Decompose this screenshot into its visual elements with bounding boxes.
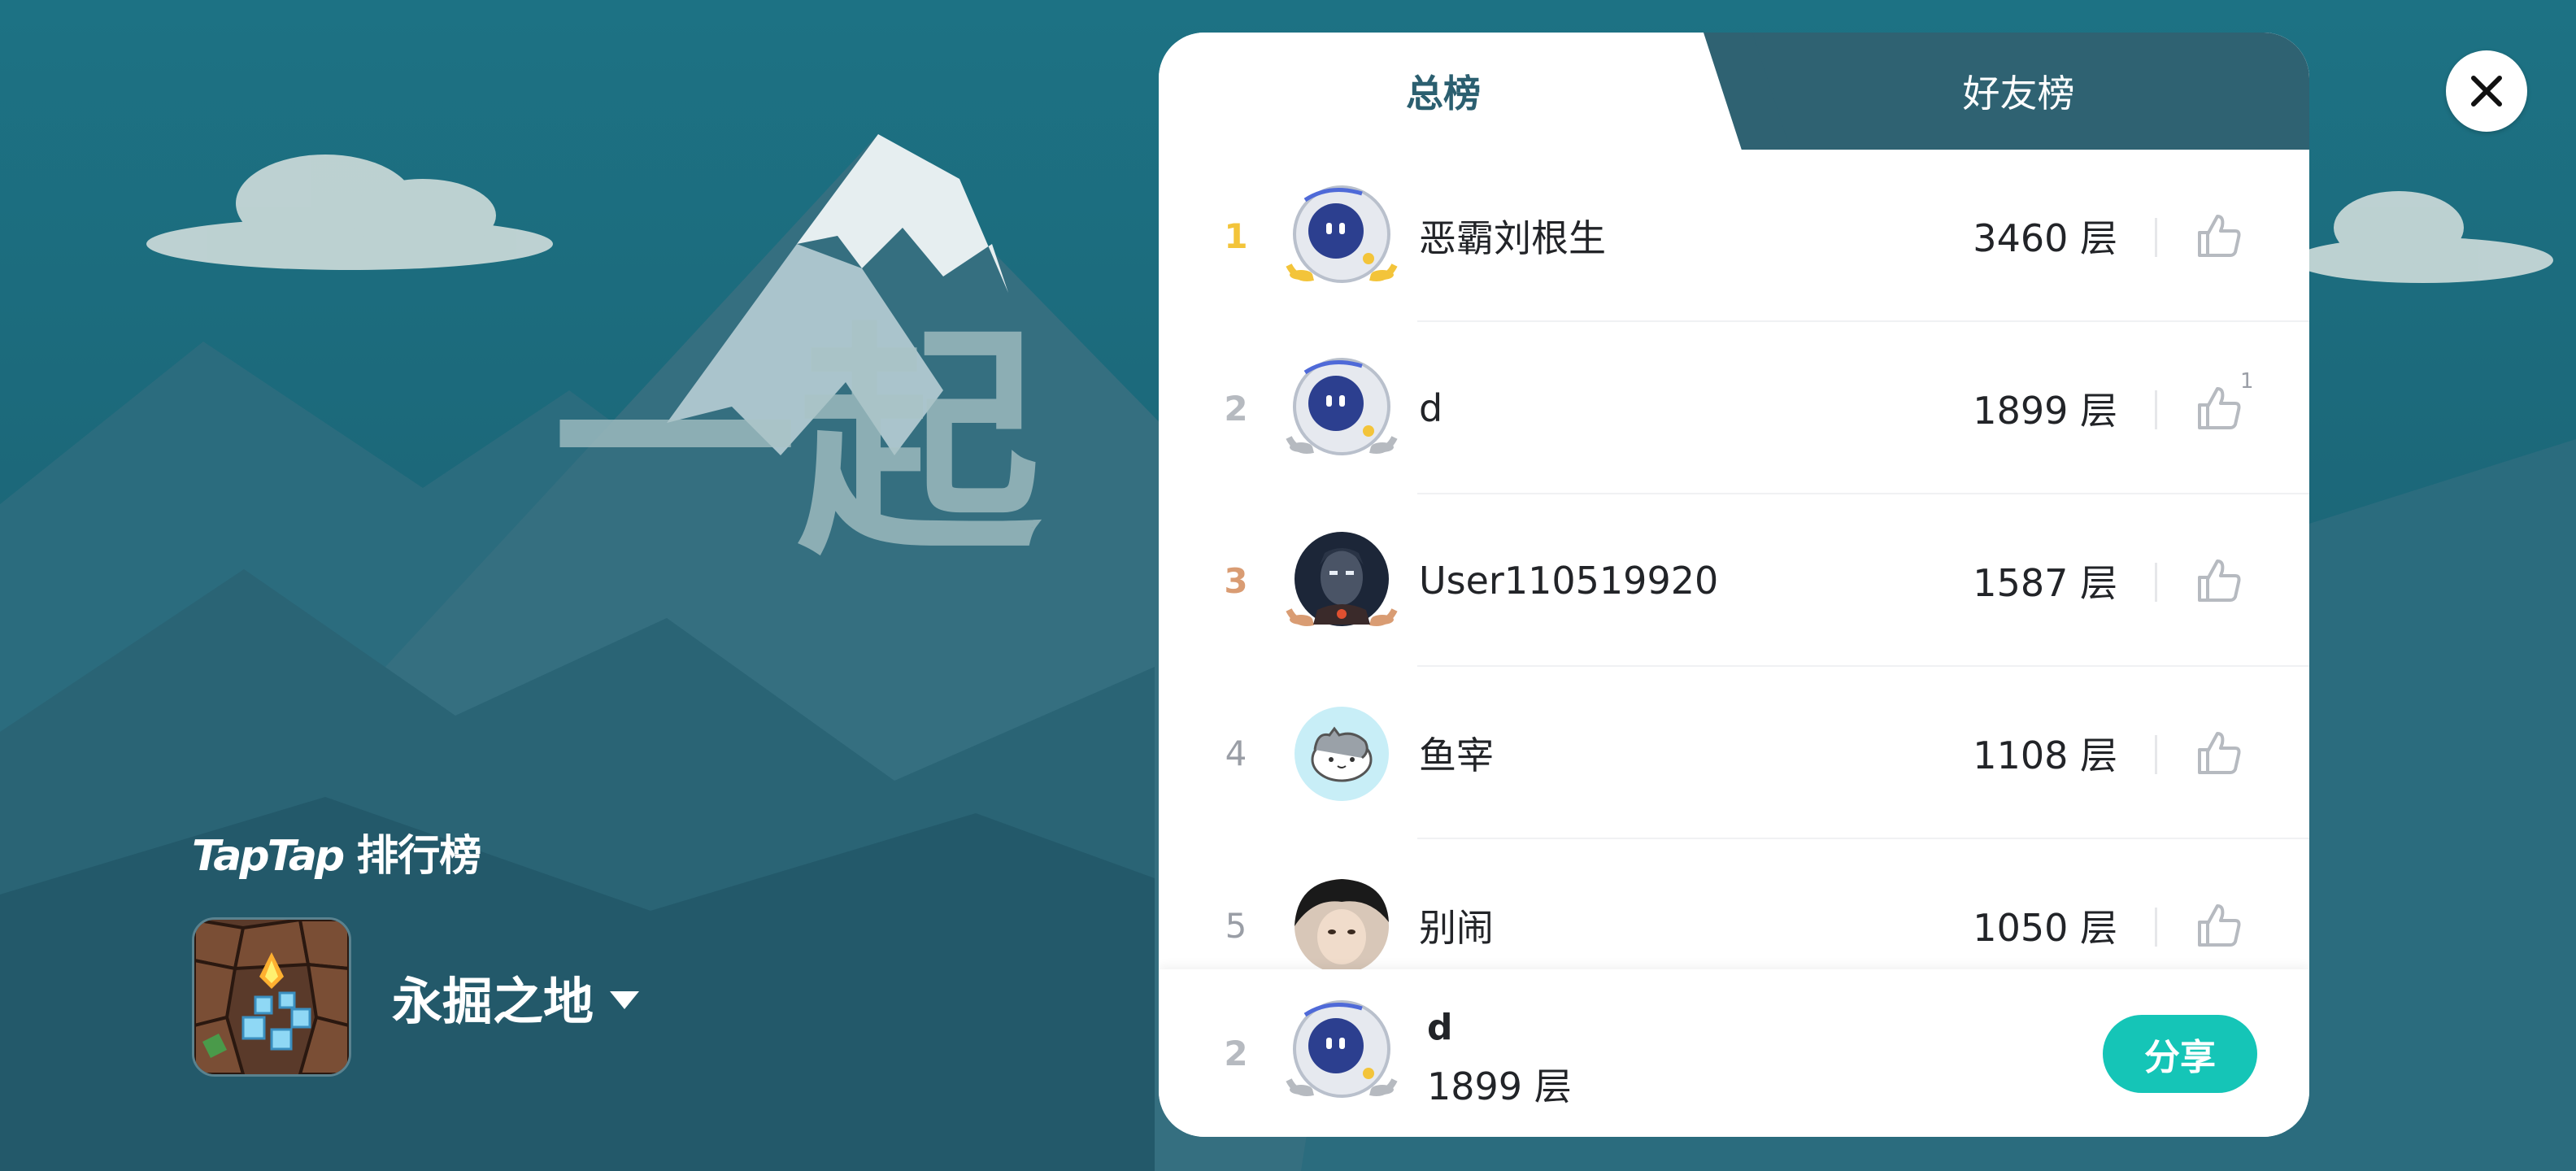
divider: [2155, 908, 2157, 947]
leaderboard-row[interactable]: 1 恶霸刘根生 3460 层: [1159, 150, 2309, 322]
leaderboard-row[interactable]: 3 User110519920 1587 层: [1159, 494, 2309, 667]
brand-block: TapTap 排行榜: [192, 821, 481, 882]
thumbs-up-icon[interactable]: [2193, 727, 2245, 779]
svg-text:一起: 一起: [553, 303, 1045, 586]
thumbs-up-icon[interactable]: [2193, 555, 2245, 607]
like-count: 1: [2240, 369, 2254, 394]
my-score: 1899 层: [1427, 1064, 1572, 1108]
player-name: 恶霸刘根生: [1419, 216, 1606, 260]
avatar[interactable]: [1281, 693, 1403, 815]
share-button[interactable]: 分享: [2103, 1015, 2257, 1093]
leaderboard-list[interactable]: 1 恶霸刘根生 3460 层 2 d 1899 层 1 3 User110519…: [1159, 150, 2309, 1002]
divider: [2155, 218, 2157, 257]
my-avatar[interactable]: [1281, 990, 1403, 1112]
leaderboard-panel: 总榜 好友榜 1 恶霸刘根生 3460 层 2 d 1899 层 1 3 Use…: [1159, 33, 2309, 1137]
avatar[interactable]: [1281, 348, 1403, 470]
close-button[interactable]: [2446, 50, 2527, 132]
divider: [2155, 390, 2157, 429]
player-name: 鱼宰: [1419, 734, 1494, 777]
close-icon: [2471, 76, 2502, 107]
caret-down-icon[interactable]: [610, 991, 640, 1009]
avatar[interactable]: [1281, 176, 1403, 298]
leaderboard-row[interactable]: 4 鱼宰 1108 层: [1159, 667, 2309, 839]
player-name: User110519920: [1419, 559, 1719, 603]
divider: [2155, 563, 2157, 602]
tab-friends[interactable]: 好友榜: [1728, 33, 2309, 150]
thumbs-up-icon[interactable]: [2193, 210, 2245, 262]
leaderboard-brand-title: TapTap 排行榜: [192, 821, 481, 882]
rank-number: 1: [1224, 215, 1248, 256]
my-rank-footer: 2 d 1899 层 分享: [1159, 969, 2309, 1137]
tab-total[interactable]: 总榜: [1159, 33, 1728, 150]
rank-number: 2: [1224, 388, 1248, 429]
game-selector[interactable]: 永掘之地: [192, 917, 640, 1077]
rank-number: 4: [1225, 733, 1247, 773]
player-score: 1587 层: [1973, 561, 2117, 605]
tab-bar: 总榜 好友榜: [1159, 33, 2309, 150]
game-icon: [192, 917, 351, 1077]
player-score: 3460 层: [1973, 216, 2117, 260]
player-name: d: [1419, 386, 1443, 430]
leaderboard-row[interactable]: 2 d 1899 层 1: [1159, 322, 2309, 494]
thumbs-up-icon[interactable]: [2193, 899, 2245, 951]
player-score: 1108 层: [1973, 734, 2117, 777]
divider: [2155, 735, 2157, 774]
rank-number: 3: [1224, 560, 1248, 601]
game-name[interactable]: 永掘之地: [392, 960, 594, 1034]
thumbs-up-icon[interactable]: [2193, 382, 2245, 434]
brand-latin: TapTap: [192, 832, 345, 881]
brand-cn: 排行榜: [342, 832, 481, 881]
my-name: d: [1427, 1007, 1453, 1048]
my-rank-number: 2: [1224, 1033, 1248, 1073]
avatar[interactable]: [1281, 520, 1403, 642]
player-score: 1899 层: [1973, 389, 2117, 433]
